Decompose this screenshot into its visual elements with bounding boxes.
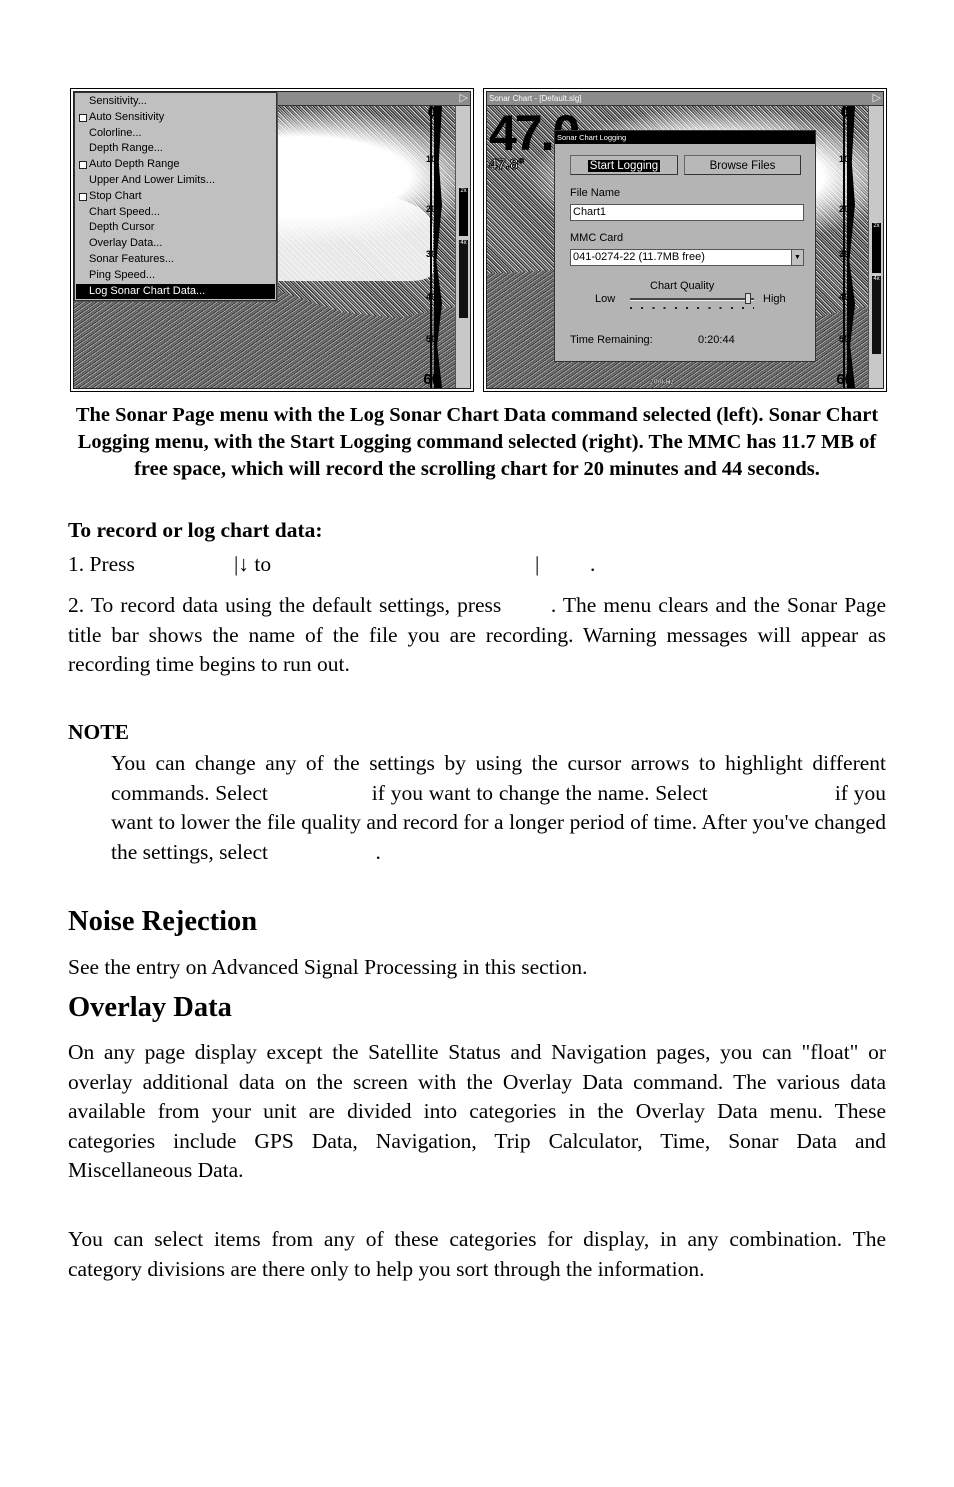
time-remaining-label: Time Remaining: bbox=[570, 334, 653, 346]
step-1-arrow: |↓ to bbox=[234, 552, 272, 576]
menu-item[interactable]: Depth Cursor bbox=[75, 220, 276, 236]
menu-item-label: Overlay Data... bbox=[89, 237, 163, 250]
procedure-heading: To record or log chart data: bbox=[68, 518, 323, 542]
noise-rejection-body: See the entry on Advanced Signal Process… bbox=[68, 955, 588, 979]
step-1-press: 1. Press bbox=[68, 552, 135, 576]
menu-item-label: Auto Sensitivity bbox=[89, 110, 165, 123]
time-remaining-value: 0:20:44 bbox=[698, 334, 735, 346]
sonar-screen: ▷ 0 10 20 30 40 50 60 2x 4x Sensitivity.… bbox=[73, 91, 471, 389]
zoom-sidebar: 2x 4x bbox=[868, 106, 883, 388]
menu-item[interactable]: Log Sonar Chart Data... bbox=[76, 283, 275, 300]
depth-bottom-label: 60 bbox=[423, 371, 440, 388]
zoom-4x-button[interactable]: 4x bbox=[872, 276, 881, 354]
step-1-period: . bbox=[590, 552, 596, 576]
note-body: You can change any of the settings by us… bbox=[111, 751, 892, 865]
file-name-input[interactable]: Chart1 bbox=[570, 204, 804, 221]
depth-tick-label: 10 bbox=[838, 154, 849, 164]
noise-rejection-heading: Noise Rejection bbox=[68, 906, 258, 937]
menu-item[interactable]: Ping Speed... bbox=[75, 268, 276, 284]
depth-tick-label: 30 bbox=[425, 249, 436, 259]
time-remaining-row: Time Remaining: 0:20:44 bbox=[570, 334, 735, 346]
dropdown-arrow-icon[interactable]: ▼ bbox=[791, 250, 803, 265]
title-bar: Sonar Chart - [Default.slg] ▷ bbox=[487, 92, 883, 106]
file-name-label: File Name bbox=[570, 187, 621, 199]
quality-low-label: Low bbox=[595, 293, 616, 305]
depth-tick-label: 10 bbox=[425, 154, 436, 164]
figure-caption: The Sonar Page menu with the Log Sonar C… bbox=[75, 404, 879, 480]
menu-item[interactable]: Upper And Lower Limits... bbox=[75, 173, 276, 189]
frequency-label: 200kHz bbox=[650, 379, 675, 386]
menu-item[interactable]: Auto Depth Range bbox=[75, 157, 276, 173]
depth-top-label: 0 bbox=[840, 104, 849, 121]
quality-high-label: High bbox=[763, 293, 786, 305]
window-title: Sonar Chart - [Default.slg] bbox=[489, 94, 582, 103]
checkbox-icon[interactable] bbox=[79, 113, 87, 122]
depth-scale-line bbox=[843, 106, 845, 388]
sonar-screen: Sonar Chart - [Default.slg] ▷ 47.0 47.8°… bbox=[486, 91, 884, 389]
menu-item-label: Auto Depth Range bbox=[89, 158, 180, 171]
menu-item[interactable]: Depth Range... bbox=[75, 141, 276, 157]
menu-item-label: Sensitivity... bbox=[89, 95, 147, 107]
menu-item-label: Chart Speed... bbox=[89, 205, 160, 218]
overlay-data-heading: Overlay Data bbox=[68, 992, 232, 1023]
menu-item-label: Sonar Features... bbox=[89, 252, 174, 265]
step-1-separator: | bbox=[535, 552, 540, 576]
depth-tick-label: 50 bbox=[425, 334, 436, 344]
sonar-menu-screenshot: ▷ 0 10 20 30 40 50 60 2x 4x Sensitivity.… bbox=[70, 88, 474, 392]
checkbox-icon[interactable] bbox=[79, 161, 87, 170]
menu-item[interactable]: Chart Speed... bbox=[75, 205, 276, 221]
depth-tick-label: 40 bbox=[838, 292, 849, 302]
depth-tick-label: 20 bbox=[425, 204, 436, 214]
depth-top-label: 0 bbox=[427, 104, 436, 121]
chart-quality-slider-track[interactable] bbox=[630, 298, 754, 301]
menu-item[interactable]: Sensitivity... bbox=[75, 94, 276, 110]
page-arrow-icon: ▷ bbox=[459, 92, 468, 104]
mmc-card-label: MMC Card bbox=[570, 232, 624, 244]
mmc-card-select[interactable]: 041-0274-22 (11.7MB free) ▼ bbox=[570, 249, 804, 266]
depth-scale-line bbox=[430, 106, 432, 388]
note-heading: NOTE bbox=[68, 720, 129, 744]
dialog-title: Sonar Chart Logging bbox=[555, 131, 815, 144]
water-temperature-readout: 47.8° bbox=[488, 156, 525, 174]
menu-item-label: Depth Cursor bbox=[89, 221, 155, 234]
sonar-page-menu: Sensitivity... Auto Sensitivity Colorline.… bbox=[74, 92, 277, 302]
browse-files-button[interactable]: Browse Files bbox=[684, 155, 801, 175]
chart-quality-control: Chart Quality Low High bbox=[570, 280, 804, 313]
menu-item[interactable]: Sonar Features... bbox=[75, 252, 276, 268]
menu-item-label: Stop Chart bbox=[89, 189, 142, 202]
overlay-data-paragraph-1: On any page display except the Satellite… bbox=[68, 1040, 886, 1182]
overlay-data-paragraph-2: You can select items from any of these c… bbox=[68, 1227, 886, 1281]
menu-item-label: Log Sonar Chart Data... bbox=[89, 284, 206, 297]
chart-quality-label: Chart Quality bbox=[650, 280, 715, 292]
menu-item[interactable]: Stop Chart bbox=[75, 189, 276, 205]
depth-tick-label: 40 bbox=[425, 292, 436, 302]
depth-bottom-label: 60 bbox=[836, 371, 853, 388]
depth-tick-label: 30 bbox=[838, 249, 849, 259]
menu-item-label: Colorline... bbox=[89, 126, 142, 139]
step-2: 2. To record data using the default sett… bbox=[68, 593, 892, 676]
start-logging-label: Start Logging bbox=[587, 160, 661, 172]
slider-tick-marks bbox=[630, 307, 754, 309]
menu-item-label: Depth Range... bbox=[89, 142, 163, 155]
menu-item[interactable]: Colorline... bbox=[75, 126, 276, 142]
start-logging-button[interactable]: Start Logging bbox=[570, 155, 678, 175]
zoom-2x-button[interactable]: 2x bbox=[872, 223, 881, 273]
zoom-4x-button[interactable]: 4x bbox=[459, 240, 468, 318]
zoom-sidebar: 2x 4x bbox=[455, 106, 470, 388]
depth-tick-label: 20 bbox=[838, 204, 849, 214]
page-arrow-icon: ▷ bbox=[872, 92, 881, 104]
menu-item-label: Upper And Lower Limits... bbox=[89, 173, 215, 186]
chart-quality-slider-thumb[interactable] bbox=[744, 293, 751, 304]
menu-item[interactable]: Overlay Data... bbox=[75, 236, 276, 252]
sonar-chart-logging-screenshot: Sonar Chart - [Default.slg] ▷ 47.0 47.8°… bbox=[483, 88, 887, 392]
mmc-card-value: 041-0274-22 (11.7MB free) bbox=[573, 251, 705, 263]
sonar-chart-logging-dialog: Sonar Chart Logging Start Logging Browse… bbox=[554, 130, 816, 362]
menu-item-label: Ping Speed... bbox=[89, 268, 156, 281]
checkbox-icon[interactable] bbox=[79, 192, 87, 201]
zoom-2x-button[interactable]: 2x bbox=[459, 188, 468, 236]
depth-tick-label: 50 bbox=[838, 334, 849, 344]
menu-item[interactable]: Auto Sensitivity bbox=[75, 110, 276, 126]
